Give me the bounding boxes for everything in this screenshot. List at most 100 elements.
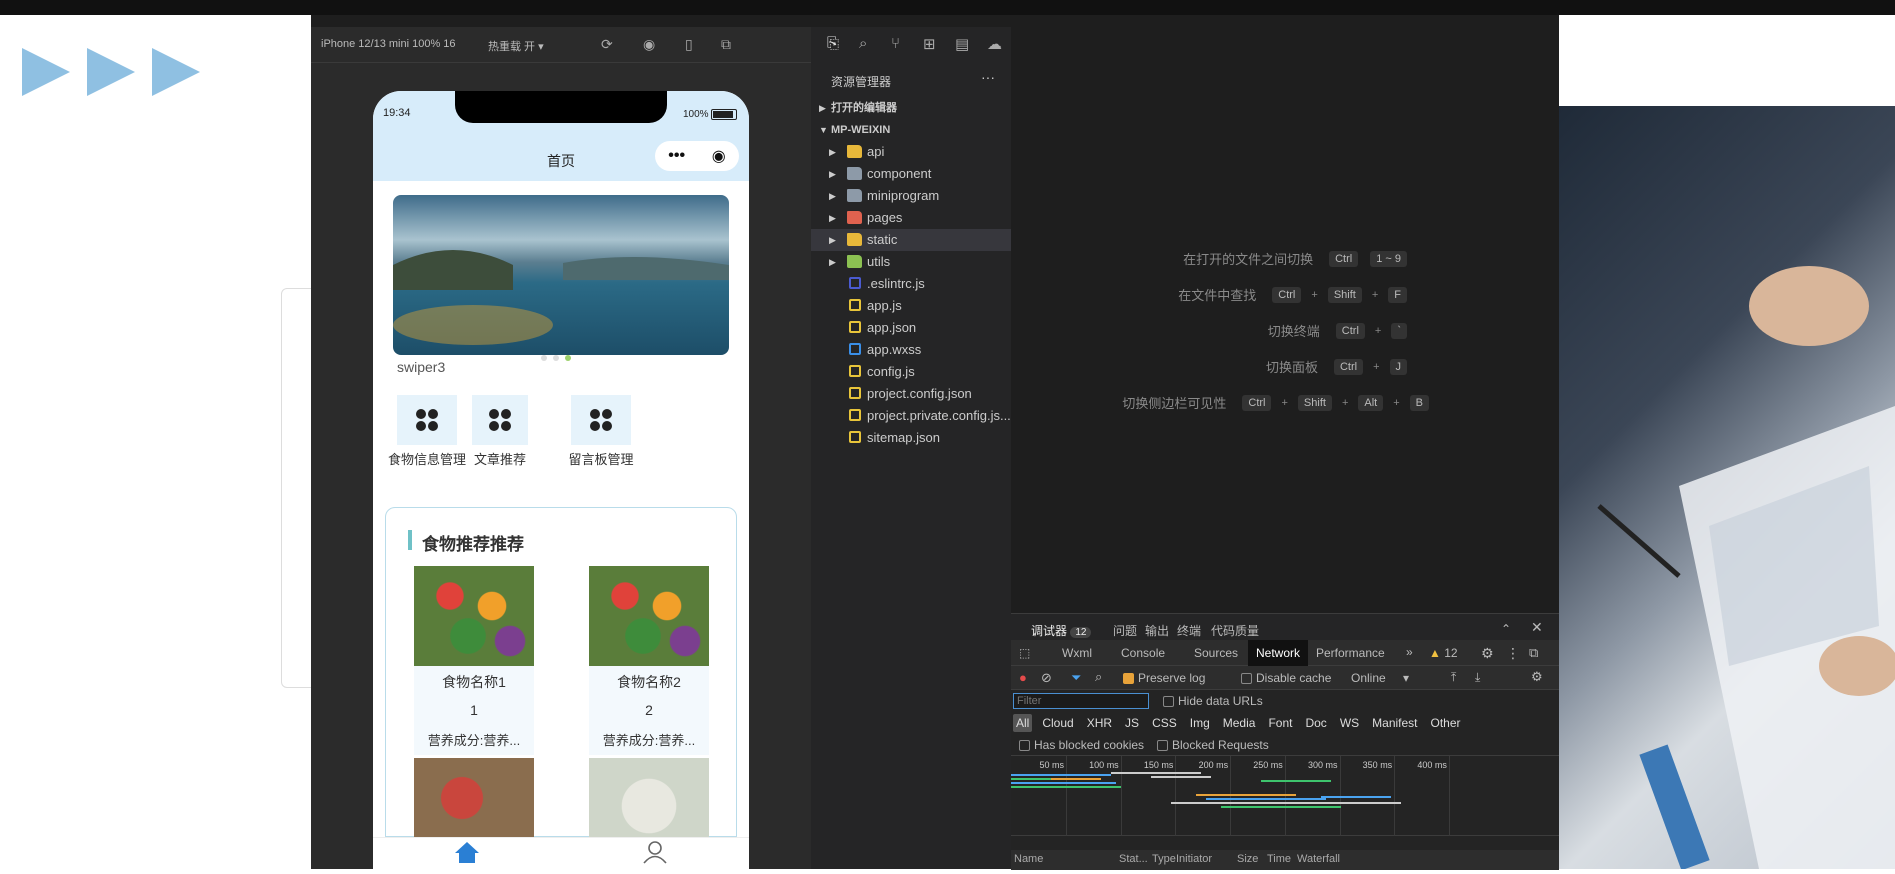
more-tabs-icon[interactable]: »: [1406, 645, 1413, 659]
swiper-banner[interactable]: [393, 195, 729, 355]
tab-problems[interactable]: 问题: [1113, 622, 1137, 639]
type-filter-ws[interactable]: WS: [1337, 714, 1362, 732]
device-selector[interactable]: iPhone 12/13 mini 100% 16: [321, 38, 456, 50]
phone-icon[interactable]: ▯: [685, 36, 693, 53]
tab-wxml[interactable]: Wxml: [1062, 646, 1092, 660]
file-item[interactable]: app.json: [811, 317, 1011, 339]
folder-item[interactable]: ▶ component: [811, 163, 1011, 185]
column-header[interactable]: Size: [1237, 853, 1258, 865]
close-miniprogram-icon[interactable]: ◉: [712, 146, 726, 166]
source-control-icon[interactable]: ⑂: [891, 35, 900, 52]
files-icon[interactable]: ⎘: [827, 35, 839, 52]
extensions-icon[interactable]: ⊞: [923, 35, 936, 53]
tab-performance[interactable]: Performance: [1316, 646, 1385, 660]
column-header[interactable]: Type: [1152, 853, 1176, 865]
folder-item[interactable]: ▶ miniprogram: [811, 185, 1011, 207]
file-item[interactable]: app.wxss: [811, 339, 1011, 361]
timeline-request-bar: [1221, 806, 1341, 808]
popout-icon[interactable]: ⧉: [721, 36, 731, 53]
file-item[interactable]: project.config.json: [811, 383, 1011, 405]
grid-item[interactable]: 留言板管理: [531, 395, 671, 468]
type-filter-doc[interactable]: Doc: [1302, 714, 1329, 732]
key: J: [1389, 358, 1407, 375]
kebab-menu-icon[interactable]: ⋮: [1506, 645, 1520, 662]
grid-item[interactable]: 文章推荐: [469, 395, 531, 468]
column-header[interactable]: Waterfall: [1297, 853, 1340, 865]
folder-item[interactable]: ▶ api: [811, 141, 1011, 163]
close-icon[interactable]: ✕: [1531, 619, 1543, 636]
type-filter-xhr[interactable]: XHR: [1084, 714, 1115, 732]
upload-icon[interactable]: ⤒: [1451, 670, 1456, 685]
clear-icon[interactable]: ⊘: [1041, 670, 1052, 686]
column-header[interactable]: Time: [1267, 853, 1291, 865]
network-overview-timeline: 50 ms 100 ms 150 ms 200 ms 250 ms 300 ms 350 m…: [1011, 756, 1559, 836]
disable-cache-checkbox[interactable]: Disable cache: [1241, 671, 1331, 685]
folder-item[interactable]: ▶ pages: [811, 207, 1011, 229]
tab-console[interactable]: Console: [1121, 646, 1165, 660]
type-filter-media[interactable]: Media: [1220, 714, 1259, 732]
blocked-cookies-checkbox[interactable]: Has blocked cookies: [1019, 738, 1144, 752]
record-icon[interactable]: ◉: [643, 36, 655, 53]
timeline-gridline: [1066, 756, 1067, 836]
search-icon[interactable]: ⌕: [1095, 669, 1102, 685]
file-item[interactable]: config.js: [811, 361, 1011, 383]
dock-icon[interactable]: ⧉: [1529, 645, 1538, 661]
hide-data-urls-checkbox[interactable]: Hide data URLs: [1163, 694, 1263, 708]
folder-item[interactable]: ▶ static: [811, 229, 1011, 251]
tab-sources[interactable]: Sources: [1194, 646, 1238, 660]
layout-icon[interactable]: ▤: [955, 35, 969, 53]
preserve-log-checkbox[interactable]: Preserve log: [1123, 671, 1205, 685]
file-item[interactable]: sitemap.json: [811, 427, 1011, 449]
type-filter-other[interactable]: Other: [1428, 714, 1464, 732]
tab-code-quality[interactable]: 代码质量: [1211, 622, 1259, 639]
type-filter-font[interactable]: Font: [1265, 714, 1295, 732]
settings-icon[interactable]: ⚙: [1481, 645, 1494, 662]
wechat-devtools-window: iPhone 12/13 mini 100% 16 热重载 开 ▾ ⟳ ◉ ▯ …: [311, 15, 1559, 870]
tab-network[interactable]: Network: [1248, 640, 1309, 666]
tab-output[interactable]: 输出: [1145, 622, 1169, 639]
record-icon[interactable]: ●: [1019, 670, 1027, 685]
column-header[interactable]: Name: [1014, 853, 1043, 865]
type-filter-cloud[interactable]: Cloud: [1039, 714, 1076, 732]
file-item[interactable]: project.private.config.js...: [811, 405, 1011, 427]
inspect-icon[interactable]: ⬚: [1019, 646, 1030, 660]
docker-icon[interactable]: ☁: [987, 35, 1002, 53]
more-icon[interactable]: •••: [668, 147, 685, 165]
filter-input[interactable]: [1013, 693, 1149, 709]
tab-debugger[interactable]: 调试器 12: [1031, 622, 1092, 639]
column-header[interactable]: Initiator: [1176, 853, 1212, 865]
chevron-right-icon: ▶: [829, 191, 836, 201]
blocked-requests-checkbox[interactable]: Blocked Requests: [1157, 738, 1269, 752]
open-editors-section[interactable]: ▶ 打开的编辑器: [811, 97, 1011, 119]
filter-icon[interactable]: ⏷: [1071, 670, 1081, 686]
collapse-icon[interactable]: ⌃: [1501, 622, 1511, 636]
tab-home[interactable]: 首页: [447, 840, 487, 869]
food-card[interactable]: 食物名称2 2 营养成分:营养...: [589, 566, 709, 755]
disable-cache-label: Disable cache: [1256, 671, 1332, 685]
hot-reload-toggle[interactable]: 热重载 开 ▾: [488, 38, 544, 54]
grid-item[interactable]: 食物信息管理: [385, 395, 469, 468]
file-item[interactable]: .eslintrc.js: [811, 273, 1011, 295]
download-icon[interactable]: ⤓: [1475, 670, 1480, 685]
type-filter-all[interactable]: All: [1013, 714, 1033, 732]
type-filter-js[interactable]: JS: [1122, 714, 1142, 732]
warnings-indicator[interactable]: ▲ 12: [1429, 646, 1458, 660]
more-actions-icon[interactable]: ···: [981, 69, 995, 85]
search-icon[interactable]: ⌕: [859, 35, 867, 52]
tab-mine[interactable]: 我的: [635, 840, 675, 869]
throttle-select[interactable]: Online ▾: [1351, 671, 1409, 685]
food-card[interactable]: 食物名称1 1 营养成分:营养...: [414, 566, 534, 755]
column-header[interactable]: Stat...: [1119, 853, 1148, 865]
tab-terminal[interactable]: 终端: [1177, 622, 1201, 639]
refresh-icon[interactable]: ⟳: [601, 36, 613, 53]
shortcut-row: 切换面板 Ctrl + J: [1168, 357, 1409, 376]
file-item[interactable]: app.js: [811, 295, 1011, 317]
project-section[interactable]: ▼ MP-WEIXIN: [811, 119, 1011, 141]
type-filter-img[interactable]: Img: [1187, 714, 1213, 732]
type-filter-css[interactable]: CSS: [1149, 714, 1180, 732]
type-filter-manifest[interactable]: Manifest: [1369, 714, 1420, 732]
folder-item[interactable]: ▶ utils: [811, 251, 1011, 273]
shortcut-row: 切换侧边栏可见性 Ctrl + Shift + Alt + B: [1076, 393, 1431, 412]
food-image: [589, 566, 709, 666]
network-settings-icon[interactable]: ⚙: [1531, 669, 1543, 685]
